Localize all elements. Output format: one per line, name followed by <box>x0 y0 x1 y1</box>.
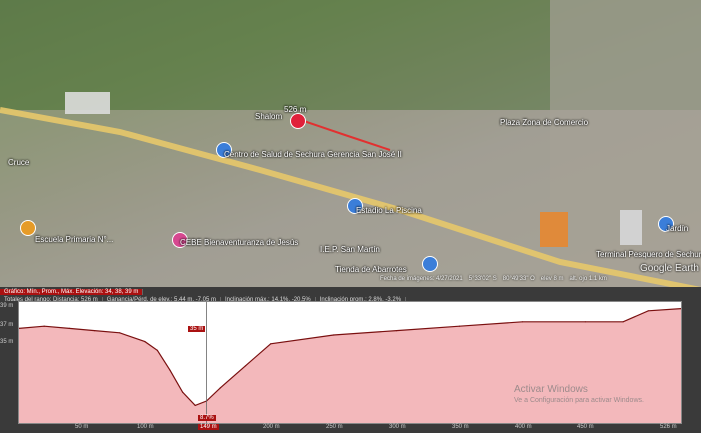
profile-point <box>622 321 624 323</box>
place-label: Cruce <box>8 158 30 167</box>
elevation: elev 8 m <box>540 276 564 282</box>
x-tick-label: 50 m <box>75 424 89 430</box>
profile-point <box>182 391 184 393</box>
elevation-profile-panel[interactable]: Gráfico: Mín., Prom., Máx. Elevación: 34… <box>0 287 701 433</box>
y-axis-label: 35 m <box>0 339 14 345</box>
x-tick-label: 300 m <box>389 424 406 430</box>
x-tick-label: 350 m <box>452 424 469 430</box>
x-tick-label: 200 m <box>263 424 280 430</box>
profile-point <box>647 310 649 312</box>
activate-windows-watermark: Activar Windows Ve a Configuración para … <box>514 384 644 404</box>
profile-point <box>194 404 196 406</box>
place-label: Escuela Primaria N°... <box>35 235 114 244</box>
elevation-chart[interactable] <box>18 302 682 423</box>
profile-point <box>395 330 398 332</box>
place-label: Shalom <box>255 112 283 121</box>
place-label: Plaza Zona de Comercio <box>500 118 589 127</box>
route-marker-icon[interactable] <box>290 113 306 129</box>
profile-point <box>219 387 221 389</box>
place-label: Terminal Pesquero de Sechura <box>596 250 701 259</box>
x-tick-label: 250 m <box>326 424 343 430</box>
place-pin-icon[interactable] <box>20 220 36 236</box>
profile-point <box>270 343 272 345</box>
cursor-slope-label: 8.7% <box>198 415 216 421</box>
profile-point <box>68 327 70 329</box>
x-tick-label: 526 m <box>660 424 677 430</box>
longitude: 80°49'33" O <box>502 276 535 282</box>
profile-point <box>244 365 247 367</box>
place-label: I.E.P. San Martín <box>320 245 380 254</box>
elevation-plot[interactable] <box>18 301 682 424</box>
place-label: Tienda de Abarrotes <box>335 265 407 274</box>
imagery-date: Fecha de imágenes: 4/27/2021 <box>380 276 463 282</box>
place-label: Estadio La Piscina <box>356 206 422 215</box>
x-tick-label-selected: 149 m <box>198 424 219 430</box>
place-label: Centro de Salud de Sechura Gerencia San … <box>224 150 402 159</box>
google-earth-logo: Google Earth <box>640 263 699 274</box>
route-length-label: 526 m <box>284 105 307 114</box>
profile-point <box>169 369 171 371</box>
profile-point <box>333 334 335 336</box>
profile-point <box>144 341 146 343</box>
profile-point <box>584 321 586 323</box>
watermark-title: Activar Windows <box>514 384 588 395</box>
satellite-map[interactable]: 526 m Shalom Cruce Centro de Salud de Se… <box>0 0 701 287</box>
watermark-subtitle: Ve a Configuración para activar Windows. <box>514 397 644 404</box>
elevation-summary: Gráfico: Mín., Prom., Máx. Elevación: 34… <box>0 288 144 295</box>
profile-point <box>156 349 159 351</box>
status-bar: Fecha de imágenes: 4/27/2021 5°33'02" S … <box>380 276 607 287</box>
eye-altitude: alt. ojo 1.1 km <box>569 276 607 282</box>
y-axis-label: 37 m <box>0 322 14 328</box>
place-label: Jardín <box>666 224 689 233</box>
x-tick-label: 450 m <box>577 424 594 430</box>
cursor-elevation-label: 35 m <box>188 326 206 332</box>
x-tick-label: 400 m <box>515 424 532 430</box>
profile-point <box>119 332 121 334</box>
profile-point <box>43 325 45 327</box>
place-label: CEBE Bienaventuranza de Jesús <box>180 238 299 247</box>
x-tick-label: 100 m <box>137 424 154 430</box>
latitude: 5°33'02" S <box>468 276 497 282</box>
y-axis-label: 39 m <box>0 303 14 309</box>
place-pin-icon[interactable] <box>422 256 438 272</box>
profile-point <box>521 321 524 323</box>
profile-point <box>93 330 96 332</box>
profile-point <box>458 325 461 327</box>
profile-area <box>19 308 681 423</box>
